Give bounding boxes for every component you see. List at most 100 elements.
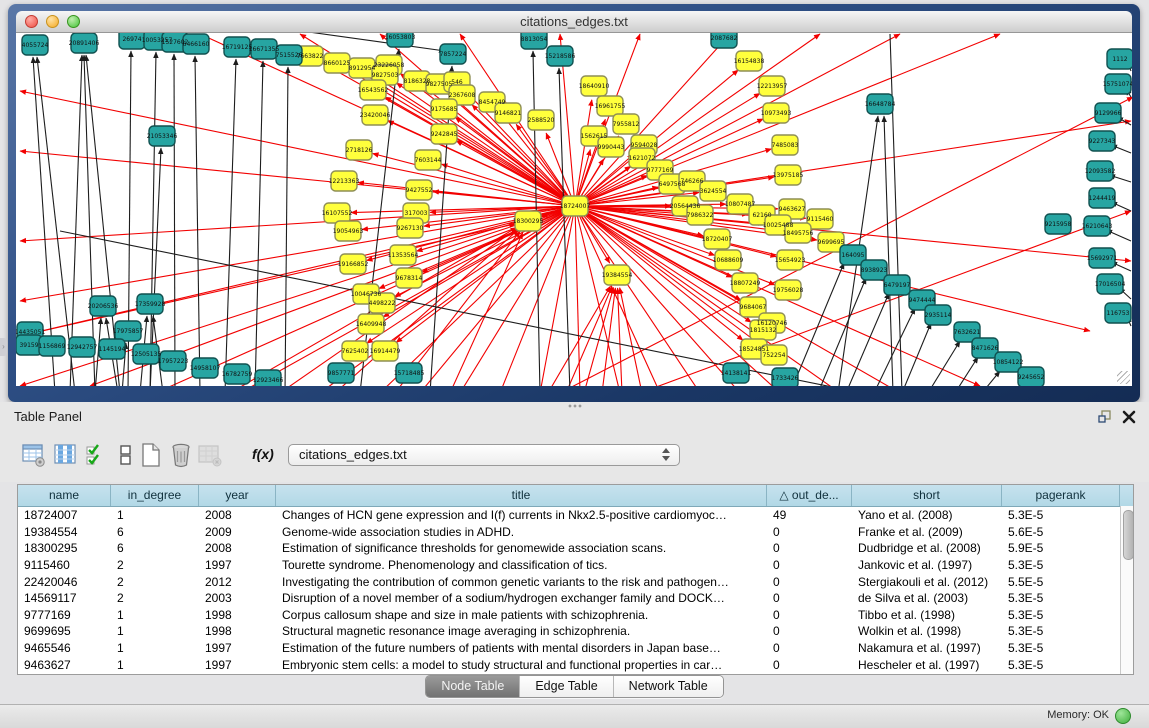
graph-node[interactable] [71, 33, 97, 53]
graph-node[interactable] [69, 337, 95, 357]
select-rows-icon[interactable] [85, 442, 109, 468]
graph-node[interactable] [349, 58, 375, 78]
graph-node[interactable] [1084, 216, 1110, 236]
graph-node[interactable] [785, 223, 811, 243]
column-header[interactable]: title [276, 485, 767, 506]
graph-node[interactable] [255, 370, 281, 386]
graph-node[interactable] [358, 314, 384, 334]
float-panel-icon[interactable] [1097, 409, 1113, 425]
close-panel-icon[interactable] [1121, 409, 1137, 425]
graph-node[interactable] [604, 265, 630, 285]
table-row[interactable]: 946362711997Embryonic stem cells: a mode… [18, 656, 1133, 673]
graph-edge[interactable] [890, 34, 902, 386]
table-row[interactable]: 1938455462009Genome-wide association stu… [18, 524, 1133, 541]
graph-edge[interactable] [195, 56, 200, 386]
table-settings-icon[interactable] [22, 442, 46, 468]
table-row[interactable]: 969969511998Structural magnetic resonanc… [18, 623, 1133, 640]
graph-node[interactable] [340, 254, 366, 274]
column-header[interactable]: short [852, 485, 1002, 506]
table-row[interactable]: 1456911722003Disruption of a novel membe… [18, 590, 1133, 607]
graph-node[interactable] [861, 260, 887, 280]
graph-edge[interactable] [846, 293, 889, 386]
graph-node[interactable] [521, 33, 547, 49]
minimize-window-button[interactable] [46, 15, 59, 28]
graph-node[interactable] [362, 105, 388, 125]
graph-node[interactable] [431, 124, 457, 144]
graph-edge[interactable] [285, 67, 288, 386]
graph-edge[interactable] [225, 59, 236, 386]
graph-node[interactable] [759, 76, 785, 96]
graph-node[interactable] [711, 33, 737, 48]
column-header[interactable]: year [199, 485, 276, 506]
graph-node[interactable] [342, 341, 368, 361]
collapsed-panel-handle[interactable]: › [0, 338, 7, 356]
graph-node[interactable] [397, 218, 423, 238]
graph-node[interactable] [390, 245, 416, 265]
tab-edge-table[interactable]: Edge Table [519, 676, 612, 697]
graph-edge[interactable] [540, 206, 575, 386]
graph-node[interactable] [431, 99, 457, 119]
column-header[interactable]: name [18, 485, 111, 506]
graph-node[interactable] [772, 368, 798, 386]
graph-node[interactable] [396, 363, 422, 383]
table-row[interactable]: 2242004622012Investigating the contribut… [18, 573, 1133, 590]
graph-node[interactable] [704, 229, 730, 249]
graph-edge[interactable] [982, 371, 1000, 386]
graph-edge[interactable] [20, 224, 515, 336]
graph-node[interactable] [687, 205, 713, 225]
graph-node[interactable] [700, 181, 726, 201]
graph-node[interactable] [925, 305, 951, 325]
graph-node[interactable] [369, 293, 395, 313]
table-selector-dropdown[interactable]: citations_edges.txt [288, 444, 680, 466]
table-row[interactable]: 946554611997Estimation of the future num… [18, 640, 1133, 657]
graph-node[interactable] [346, 140, 372, 160]
graph-node[interactable] [192, 358, 218, 378]
graph-node[interactable] [1097, 274, 1123, 294]
graph-edge[interactable] [575, 206, 580, 386]
column-header[interactable]: in_degree [111, 485, 199, 506]
graph-node[interactable] [440, 44, 466, 64]
graph-node[interactable] [562, 196, 588, 216]
graph-node[interactable] [115, 321, 141, 341]
zoom-window-button[interactable] [67, 15, 80, 28]
graph-node[interactable] [372, 341, 398, 361]
graph-node[interactable] [763, 103, 789, 123]
graph-node[interactable] [777, 250, 803, 270]
graph-node[interactable] [613, 114, 639, 134]
graph-node[interactable] [335, 221, 361, 241]
graph-node[interactable] [995, 352, 1021, 372]
graph-node[interactable] [183, 34, 209, 54]
graph-node[interactable] [1105, 74, 1131, 94]
graph-node[interactable] [276, 45, 302, 65]
graph-node[interactable] [528, 110, 554, 130]
table-row[interactable]: 911546021997Tourette syndrome. Phenomeno… [18, 557, 1133, 574]
graph-node[interactable] [149, 126, 175, 146]
table-row[interactable]: 977716911998Corpus callosum shape and si… [18, 607, 1133, 624]
graph-node[interactable] [1089, 131, 1115, 151]
graph-node[interactable] [160, 351, 186, 371]
table-row[interactable]: 1872400712008Changes of HCN gene express… [18, 507, 1133, 524]
graph-edge[interactable] [618, 288, 622, 386]
graph-node[interactable] [1018, 367, 1044, 386]
delete-trash-icon[interactable] [169, 442, 193, 468]
graph-node[interactable] [224, 37, 250, 57]
split-pane-handle[interactable] [567, 403, 583, 409]
graph-node[interactable] [119, 33, 145, 49]
graph-node[interactable] [1095, 103, 1121, 123]
graph-node[interactable] [715, 250, 741, 270]
table-row[interactable]: 1830029562008Estimation of significance … [18, 540, 1133, 557]
graph-node[interactable] [90, 296, 116, 316]
canvas-resize-grip[interactable] [1117, 371, 1130, 384]
graph-node[interactable] [1045, 214, 1071, 234]
graph-node[interactable] [581, 76, 607, 96]
graph-edge[interactable] [559, 68, 570, 386]
graph-node[interactable] [775, 280, 801, 300]
window-titlebar[interactable]: citations_edges.txt [16, 11, 1132, 33]
graph-node[interactable] [761, 345, 787, 365]
graph-edge[interactable] [902, 323, 931, 386]
graph-node[interactable] [1089, 188, 1115, 208]
tab-network-table[interactable]: Network Table [613, 676, 723, 697]
graph-edge[interactable] [620, 288, 642, 386]
graph-node[interactable] [723, 363, 749, 383]
graph-node[interactable] [515, 211, 541, 231]
